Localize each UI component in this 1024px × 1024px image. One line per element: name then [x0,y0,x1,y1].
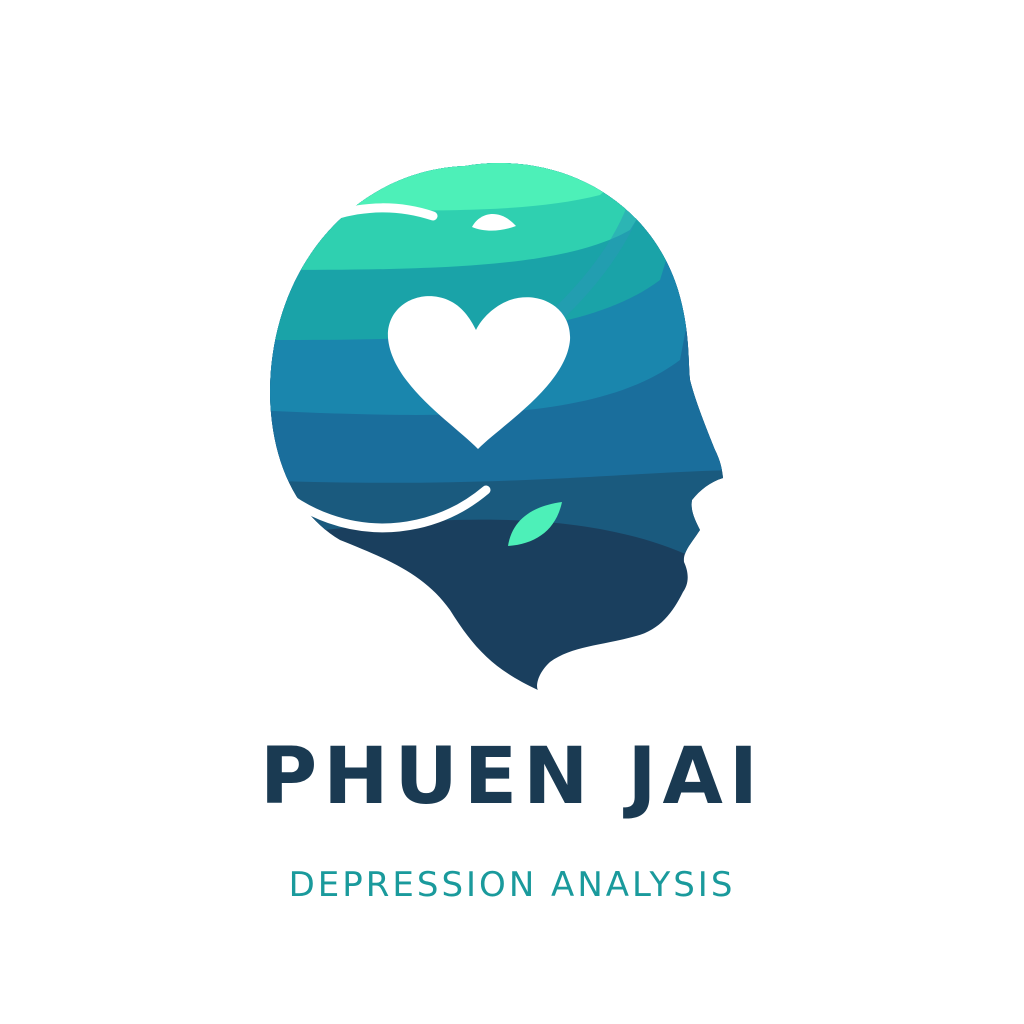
brand-name: PHUEN JAI [260,732,764,822]
logo-page: PHUEN JAI DEPRESSION ANALYSIS [0,0,1024,1024]
brand-tagline: DEPRESSION ANALYSIS [288,865,736,905]
head-silhouette [270,163,723,691]
head-profile-logo [218,163,723,691]
